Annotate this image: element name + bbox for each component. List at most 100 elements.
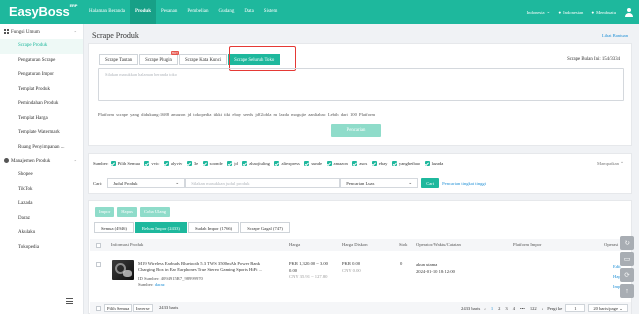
source-checkbox[interactable]: soonde (202, 161, 223, 166)
sidebar-item-shopee[interactable]: Shopee (0, 168, 83, 183)
nav-sistem[interactable]: Sistem (259, 0, 283, 24)
search-button[interactable]: Cari (421, 178, 440, 188)
chevron-down-icon: ⌄ (175, 180, 180, 185)
nav-gudang[interactable]: Gudang (214, 0, 240, 24)
row-checkbox[interactable] (96, 262, 101, 267)
collapse-icon[interactable]: ▭ (620, 252, 634, 266)
source-checkbox[interactable]: jd (227, 161, 238, 166)
store-url-textarea[interactable]: Silakan masukkan halaman beranda toko (98, 68, 624, 101)
tab-scrape-plugin[interactable]: Scrape Plugin HOT (139, 51, 179, 65)
nav-pembelian[interactable]: Pembelian (182, 0, 213, 24)
source-filter: Sumber: Pilih Semua vvic alyviv 3e soond… (93, 161, 448, 166)
sidebar-group-manajemen-produk[interactable]: Manajemen Produk ⌃ (0, 155, 83, 168)
product-list-panel: Impor Hapus Coba Ulang Semua (4946) Belu… (88, 200, 632, 314)
prev-page-icon[interactable]: ‹ (483, 306, 487, 311)
sidebar-item-daraz[interactable]: Daraz (0, 212, 83, 227)
page-number[interactable]: 4 (512, 306, 516, 311)
search-input[interactable]: Silakan masukkan judul produk (185, 178, 341, 188)
match-type-select[interactable]: Pencarian Luas ⌄ (340, 178, 419, 188)
source-checkbox[interactable]: aliexpress (274, 161, 300, 166)
search-row: Cari: Judul Produk ⌄ Silakan masukkan jud… (93, 178, 486, 188)
source-checkbox[interactable]: Pilih Semua (110, 161, 140, 166)
nav-data[interactable]: Data (239, 0, 258, 24)
select-all-button[interactable]: Pilih Semua (104, 304, 133, 312)
delete-button[interactable]: Hapus (117, 207, 137, 217)
next-page-icon[interactable]: › (541, 306, 545, 311)
app-logo[interactable]: EasyBossERP (9, 3, 77, 19)
source-checkbox[interactable]: asos (352, 161, 367, 166)
collect-button[interactable]: Pencarian (331, 124, 381, 137)
page-number[interactable]: 1 (490, 306, 494, 311)
nav-beranda[interactable]: Halaman Beranda (84, 0, 130, 24)
page-number[interactable]: 3 (504, 306, 508, 311)
source-checkbox[interactable]: alyviv (163, 161, 182, 166)
sidebar-item-template-watermark[interactable]: Template Watermark (0, 126, 83, 141)
source-checkbox[interactable]: sunde (304, 161, 322, 166)
user-avatar-icon[interactable] (624, 7, 633, 17)
advanced-search-link[interactable]: Pencarian tingkat tinggi (442, 181, 486, 186)
checkbox-checked-icon (274, 161, 280, 166)
pagination: 2433 baris ‹ 1 2 3 4 ••• 122 › Pergi ke … (461, 304, 628, 312)
product-thumbnail[interactable] (112, 260, 134, 280)
source-checkbox[interactable]: ebay (371, 161, 387, 166)
tab-scrape-kata-kunci[interactable]: Scrape Kata Kunci (178, 54, 228, 65)
region-select[interactable]: Indonesia ⌄ (527, 9, 551, 15)
tab-scrape-tautan[interactable]: Scrape Tautan (99, 54, 139, 65)
sidebar-item-templat-harga[interactable]: Templat Harga (0, 112, 83, 127)
sidebar-item-ruang-penyimpanan[interactable]: Ruang Penyimpanan ... (0, 141, 83, 156)
sidebar-group-fungsi-umum[interactable]: Fungsi Umum ⌃ (0, 26, 83, 39)
source-checkbox[interactable]: zhaojiuling (242, 161, 270, 166)
stock-cell: 0 (400, 261, 403, 266)
nav-pesanan[interactable]: Pesanan (156, 0, 182, 24)
source-checkbox[interactable]: lazada (424, 161, 443, 166)
footer-select-all-checkbox[interactable] (96, 305, 101, 311)
chevron-down-icon: ⌄ (546, 9, 551, 14)
menu-toggle-icon[interactable] (66, 298, 73, 304)
sidebar-item-scrape-produk[interactable]: Scrape Produk (0, 39, 83, 54)
source-checkbox[interactable]: yangbeibao (391, 161, 420, 166)
search-field-select[interactable]: Judul Produk ⌄ (107, 178, 186, 188)
selected-count: 2433 baris (159, 305, 179, 310)
tab-sudah-impor[interactable]: Sudah Impor (1766) (187, 222, 240, 233)
table-footer: Pilih Semua Inverse 2433 baris 2433 bari… (90, 302, 631, 314)
page-number[interactable]: 2 (497, 306, 501, 311)
language-select[interactable]: ● Indonesian (558, 10, 583, 15)
back-to-top-icon[interactable]: ↑ (620, 284, 634, 298)
checkbox-checked-icon (352, 161, 358, 166)
tab-semua[interactable]: Semua (4946) (94, 222, 134, 233)
sidebar-item-pengaturan-impor[interactable]: Pengaturan Impor (0, 68, 83, 83)
reload-icon[interactable]: ⟳ (620, 268, 634, 282)
sidebar-item-lazada[interactable]: Lazada (0, 197, 83, 212)
page-size-select[interactable]: 20 baris/page ⌄ (588, 304, 628, 312)
page-ellipsis[interactable]: ••• (519, 306, 526, 311)
scrape-panel: Scrape Tautan Scrape Plugin HOT Scrape Ka… (88, 43, 632, 146)
source-checkbox[interactable]: 3e (186, 161, 198, 166)
page-number[interactable]: 122 (529, 306, 538, 311)
retry-button[interactable]: Coba Ulang (139, 207, 171, 217)
import-button[interactable]: Impor (95, 207, 115, 217)
sidebar-item-templat-produk[interactable]: Templat Produk (0, 83, 83, 98)
goto-page-input[interactable]: 1 (565, 304, 586, 312)
tab-scrape-gagal[interactable]: Scrape Gagal (747) (240, 222, 290, 233)
select-all-checkbox[interactable] (96, 242, 101, 248)
more-platforms-link[interactable]: Lebih dari 100 Platform (328, 112, 375, 117)
sidebar-item-tiktok[interactable]: TikTok (0, 183, 83, 198)
source-checkbox[interactable]: amazon (326, 161, 348, 166)
source-label: Sumber: (93, 161, 109, 166)
sidebar-item-akulaku[interactable]: Akulaku (0, 226, 83, 241)
source-checkbox[interactable]: vvic (144, 161, 159, 166)
nav-produk[interactable]: Produk (129, 0, 156, 24)
checkbox-checked-icon (202, 161, 208, 166)
invert-selection-button[interactable]: Inverse (133, 304, 153, 312)
price-cell: PKR 1,320.00 ~ 3.00 0.00 CNY 35.91 ~ 127… (289, 261, 328, 279)
refresh-icon[interactable]: ↻ (620, 236, 634, 250)
source-link[interactable]: daraz (155, 282, 165, 287)
sidebar-item-pemindahan-produk[interactable]: Pemindahan Produk (0, 97, 83, 112)
collapse-toggle[interactable]: Mampatkan ⌃ (597, 161, 624, 167)
tab-belum-impor[interactable]: Belum Impor (2433) (134, 222, 187, 233)
product-title[interactable]: M19 Wireless Earbuds Bluetooth 5.3 TWS 3… (138, 261, 276, 273)
sidebar-item-tokopedia[interactable]: Tokopedia (0, 241, 83, 256)
sidebar-item-pengaturan-scrape[interactable]: Pengaturan Scrape (0, 54, 83, 69)
member-menu[interactable]: ● Membuatu (591, 10, 616, 15)
help-link[interactable]: Lihat Bantuan (602, 33, 628, 38)
